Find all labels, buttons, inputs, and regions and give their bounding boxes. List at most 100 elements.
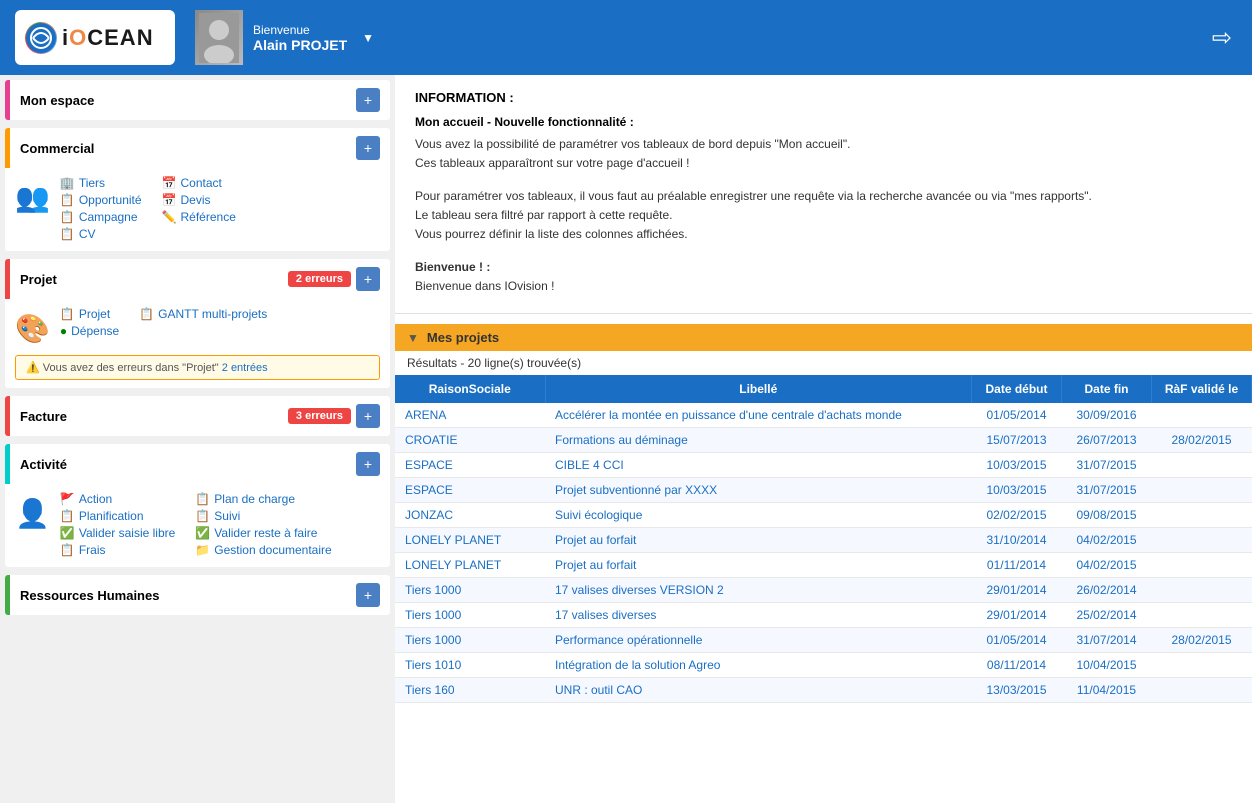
projets-header: ▼ Mes projets [395, 324, 1252, 351]
link-raison[interactable]: CROATIE [405, 433, 457, 447]
col-header-date-debut[interactable]: Date début [972, 375, 1062, 403]
link-depense[interactable]: ●Dépense [60, 324, 119, 338]
sidebar-header-mon-espace: Mon espace + [5, 80, 390, 120]
link-date-fin[interactable]: 11/04/2015 [1077, 683, 1136, 697]
col-header-libelle[interactable]: Libellé [545, 375, 972, 403]
link-raison[interactable]: JONZAC [405, 508, 453, 522]
pin-rh[interactable]: + [356, 583, 380, 607]
link-libelle[interactable]: Projet subventionné par XXXX [555, 483, 717, 497]
link-date-fin[interactable]: 31/07/2014 [1076, 633, 1136, 647]
link-date-debut[interactable]: 29/01/2014 [986, 608, 1046, 622]
link-raison[interactable]: LONELY PLANET [405, 533, 501, 547]
link-action[interactable]: 🚩Action [60, 492, 175, 506]
link-date-fin[interactable]: 25/02/2014 [1076, 608, 1136, 622]
link-date-debut[interactable]: 10/03/2015 [986, 458, 1046, 472]
link-date-debut[interactable]: 01/11/2014 [987, 558, 1046, 572]
link-raf[interactable]: 28/02/2015 [1171, 633, 1231, 647]
link-libelle[interactable]: Intégration de la solution Agreo [555, 658, 720, 672]
link-raison[interactable]: Tiers 1000 [405, 633, 461, 647]
link-raison[interactable]: Tiers 1010 [405, 658, 461, 672]
link-libelle[interactable]: Formations au déminage [555, 433, 688, 447]
link-libelle[interactable]: Suivi écologique [555, 508, 642, 522]
link-valider-reste[interactable]: ✅Valider reste à faire [195, 526, 331, 540]
link-date-debut[interactable]: 02/02/2015 [986, 508, 1046, 522]
link-libelle[interactable]: Projet au forfait [555, 558, 636, 572]
link-date-debut[interactable]: 31/10/2014 [986, 533, 1046, 547]
link-date-fin[interactable]: 04/02/2015 [1076, 558, 1136, 572]
link-date-debut[interactable]: 13/03/2015 [986, 683, 1046, 697]
link-planification[interactable]: 📋Planification [60, 509, 175, 523]
projets-section: ▼ Mes projets Résultats - 20 ligne(s) tr… [395, 324, 1252, 703]
col-header-date-fin[interactable]: Date fin [1062, 375, 1152, 403]
link-libelle[interactable]: Projet au forfait [555, 533, 636, 547]
link-gestion-doc[interactable]: 📁Gestion documentaire [195, 543, 331, 557]
link-raison[interactable]: Tiers 160 [405, 683, 455, 697]
link-gantt[interactable]: 📋GANTT multi-projets [139, 307, 267, 321]
commercial-col1: 🏢Tiers 📋Opportunité 📋Campagne 📋CV [60, 176, 142, 241]
link-raison[interactable]: ARENA [405, 408, 446, 422]
table-row: Tiers 1010 Intégration de la solution Ag… [395, 653, 1252, 678]
link-suivi[interactable]: 📋Suivi [195, 509, 331, 523]
link-plan-charge[interactable]: 📋Plan de charge [195, 492, 331, 506]
link-projet[interactable]: 📋Projet [60, 307, 119, 321]
link-date-fin[interactable]: 31/07/2015 [1076, 483, 1136, 497]
link-date-fin[interactable]: 31/07/2015 [1076, 458, 1136, 472]
link-libelle[interactable]: 17 valises diverses VERSION 2 [555, 583, 724, 597]
projet-errors-link[interactable]: 2 entrées [222, 362, 268, 374]
col-header-raf[interactable]: RàF validé le [1152, 375, 1252, 403]
link-raison[interactable]: Tiers 1000 [405, 608, 461, 622]
commercial-links: 🏢Tiers 📋Opportunité 📋Campagne 📋CV 📅Conta… [60, 176, 380, 241]
cell-date-fin: 31/07/2015 [1062, 478, 1152, 503]
sidebar: Mon espace + Commercial + 👥 🏢T [0, 75, 395, 803]
pin-projet[interactable]: + [356, 267, 380, 291]
col-header-raison[interactable]: RaisonSociale [395, 375, 545, 403]
link-opportunite[interactable]: 📋Opportunité [60, 193, 142, 207]
pin-mon-espace[interactable]: + [356, 88, 380, 112]
link-frais[interactable]: 📋Frais [60, 543, 175, 557]
link-date-debut[interactable]: 15/07/2013 [986, 433, 1046, 447]
link-date-debut[interactable]: 08/11/2014 [987, 658, 1046, 672]
logo-icon [25, 22, 57, 54]
cell-date-fin: 09/08/2015 [1062, 503, 1152, 528]
link-tiers[interactable]: 🏢Tiers [60, 176, 142, 190]
link-devis[interactable]: 📅Devis [162, 193, 236, 207]
link-date-debut[interactable]: 01/05/2014 [986, 408, 1046, 422]
link-date-fin[interactable]: 30/09/2016 [1076, 408, 1136, 422]
link-date-fin[interactable]: 10/04/2015 [1076, 658, 1136, 672]
link-date-fin[interactable]: 26/07/2013 [1076, 433, 1136, 447]
link-libelle[interactable]: Performance opérationnelle [555, 633, 702, 647]
link-cv[interactable]: 📋CV [60, 227, 142, 241]
link-date-debut[interactable]: 01/05/2014 [986, 633, 1046, 647]
link-date-fin[interactable]: 09/08/2015 [1076, 508, 1136, 522]
cell-libelle: Formations au déminage [545, 428, 972, 453]
link-reference[interactable]: ✏️Référence [162, 210, 236, 224]
link-raison[interactable]: LONELY PLANET [405, 558, 501, 572]
pin-commercial[interactable]: + [356, 136, 380, 160]
link-raison[interactable]: ESPACE [405, 458, 453, 472]
pin-activite[interactable]: + [356, 452, 380, 476]
link-date-debut[interactable]: 10/03/2015 [986, 483, 1046, 497]
link-raison[interactable]: Tiers 1000 [405, 583, 461, 597]
link-date-fin[interactable]: 26/02/2014 [1076, 583, 1136, 597]
projets-toggle[interactable]: ▼ [407, 331, 419, 345]
user-greeting: Bienvenue [253, 23, 347, 37]
link-libelle[interactable]: CIBLE 4 CCI [555, 458, 624, 472]
info-box: INFORMATION : Mon accueil - Nouvelle fon… [395, 75, 1252, 314]
user-dropdown-arrow[interactable]: ▼ [362, 31, 374, 45]
link-valider-saisie[interactable]: ✅Valider saisie libre [60, 526, 175, 540]
link-raison[interactable]: ESPACE [405, 483, 453, 497]
link-raf[interactable]: 28/02/2015 [1171, 433, 1231, 447]
pin-facture[interactable]: + [356, 404, 380, 428]
link-libelle[interactable]: Accélérer la montée en puissance d'une c… [555, 408, 902, 422]
link-date-debut[interactable]: 29/01/2014 [986, 583, 1046, 597]
sidebar-section-rh: Ressources Humaines + [5, 575, 390, 615]
logout-button[interactable]: ⇨ [1212, 23, 1232, 52]
cell-libelle: Projet au forfait [545, 553, 972, 578]
cell-raison: CROATIE [395, 428, 545, 453]
info-bienvenue-text: Bienvenue dans IOvision ! [415, 279, 1232, 293]
link-contact[interactable]: 📅Contact [162, 176, 236, 190]
link-libelle[interactable]: UNR : outil CAO [555, 683, 642, 697]
link-libelle[interactable]: 17 valises diverses [555, 608, 656, 622]
link-campagne[interactable]: 📋Campagne [60, 210, 142, 224]
link-date-fin[interactable]: 04/02/2015 [1076, 533, 1136, 547]
